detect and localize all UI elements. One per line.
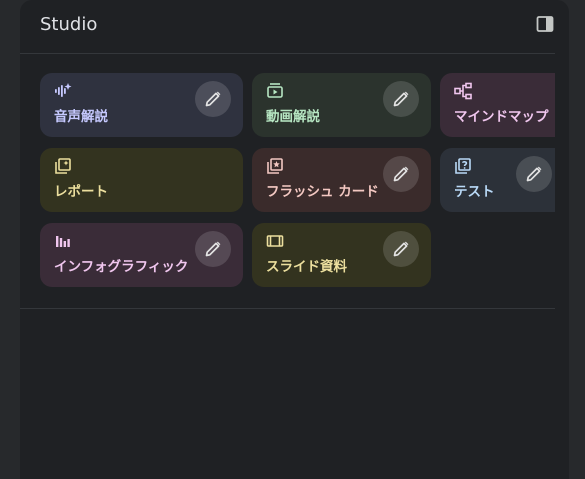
edit-button[interactable] (383, 156, 419, 192)
pencil-icon (205, 91, 221, 107)
quiz-icon (455, 158, 471, 174)
left-background (0, 0, 20, 479)
tile-infographic[interactable]: インフォグラフィック (40, 223, 243, 287)
tile-label: 音声解説 (54, 109, 108, 125)
tile-label: フラッシュ カード (266, 184, 379, 200)
tile-quiz[interactable]: テスト (440, 148, 555, 212)
tile-label: インフォグラフィック (54, 259, 189, 275)
edit-button[interactable] (195, 231, 231, 267)
report-icon (55, 158, 71, 174)
waveform-icon (55, 83, 72, 97)
studio-tiles-grid: 音声解説 動画解説 マインドマップ レポート フラッシュ カード テスト インフ… (20, 54, 555, 308)
pencil-icon (526, 166, 542, 182)
edit-button[interactable] (516, 156, 552, 192)
side-panel-icon (536, 16, 554, 32)
tile-label: 動画解説 (266, 109, 320, 125)
video-icon (267, 83, 283, 98)
tile-flashcards[interactable]: フラッシュ カード (252, 148, 431, 212)
panel-title: Studio (40, 14, 98, 35)
collapse-panel-button[interactable] (535, 14, 555, 34)
edit-button[interactable] (383, 231, 419, 267)
pencil-icon (393, 241, 409, 257)
tile-label: スライド資料 (266, 259, 347, 275)
edit-button[interactable] (195, 81, 231, 117)
pencil-icon (393, 91, 409, 107)
tile-mindmap[interactable]: マインドマップ (440, 73, 555, 137)
mindmap-icon (454, 82, 472, 100)
slides-icon (266, 235, 284, 247)
studio-panel: Studio 音声解説 動画解説 マインドマップ レポート フラッシュ カード … (20, 0, 569, 479)
tile-label: マインドマップ (454, 109, 549, 125)
flashcard-icon (267, 158, 283, 174)
tile-slides[interactable]: スライド資料 (252, 223, 431, 287)
pencil-icon (205, 241, 221, 257)
tile-video-overview[interactable]: 動画解説 (252, 73, 431, 137)
studio-output-area (20, 309, 569, 479)
tile-label: テスト (454, 184, 495, 200)
edit-button[interactable] (383, 81, 419, 117)
tile-label: レポート (54, 184, 108, 200)
tile-audio-overview[interactable]: 音声解説 (40, 73, 243, 137)
right-background (569, 0, 585, 479)
bar-chart-icon (56, 236, 70, 247)
pencil-icon (393, 166, 409, 182)
studio-header: Studio (20, 0, 569, 53)
tile-report[interactable]: レポート (40, 148, 243, 212)
